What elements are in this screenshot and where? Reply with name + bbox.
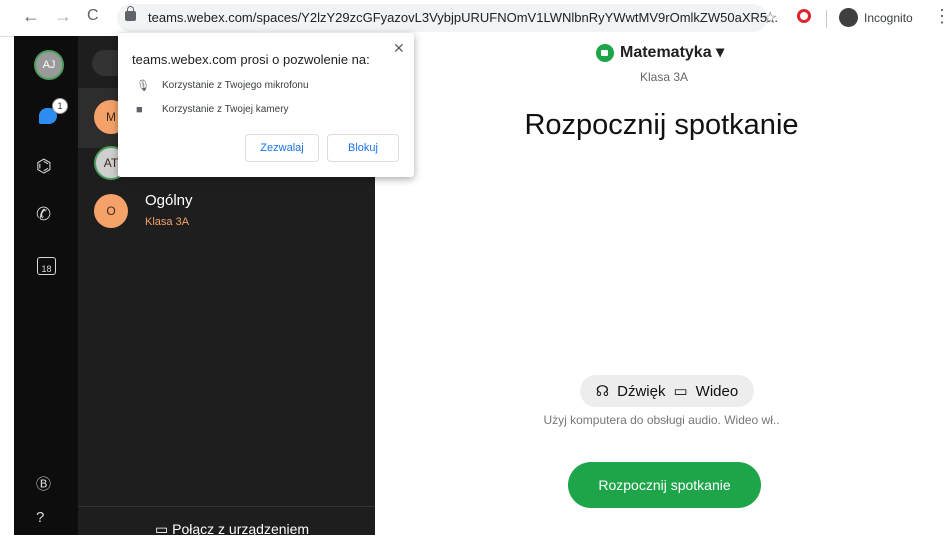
- space-name: Matematyka: [620, 44, 712, 61]
- permission-camera: Korzystanie z Twojej kamery: [162, 104, 289, 115]
- audio-video-selector[interactable]: ☊ Dźwięk ▭ Wideo: [580, 375, 754, 407]
- opera-extension-icon[interactable]: [797, 9, 811, 23]
- start-meeting-button[interactable]: Rozpocznij spotkanie: [568, 462, 761, 508]
- calendar-icon[interactable]: 18: [37, 257, 56, 275]
- space-main: Matematyka ▾ Klasa 3A Rozpocznij spotkan…: [375, 36, 948, 535]
- microphone-icon: 🎙: [136, 80, 150, 92]
- video-camera-icon: ▭: [673, 383, 688, 400]
- beta-icon[interactable]: Ⓑ: [36, 473, 51, 494]
- block-button[interactable]: Blokuj: [327, 134, 399, 162]
- permission-microphone: Korzystanie z Twojego mikrofonu: [162, 80, 309, 91]
- lock-icon[interactable]: [125, 6, 136, 21]
- incognito-label: Incognito: [864, 11, 913, 25]
- space-name-dropdown[interactable]: Matematyka ▾: [620, 42, 724, 62]
- video-button[interactable]: Wideo: [696, 383, 739, 400]
- url-text[interactable]: teams.webex.com/spaces/Y2lzY29zcGFyazovL…: [148, 10, 778, 25]
- camera-icon: ■: [136, 104, 143, 116]
- popup-title: teams.webex.com prosi o pozwolenie na:: [132, 52, 370, 67]
- incognito-icon[interactable]: [839, 8, 858, 27]
- audio-hint: Użyj komputera do obsługi audio. Wideo w…: [543, 413, 780, 427]
- back-arrow-icon[interactable]: ←: [22, 6, 40, 27]
- reload-icon[interactable]: C: [87, 7, 99, 25]
- space-title[interactable]: Ogólny: [145, 192, 193, 209]
- meeting-space-icon: [596, 44, 614, 62]
- notification-badge: 1: [52, 98, 68, 114]
- headset-icon: ☊: [595, 383, 610, 400]
- page-title: Rozpocznij spotkanie: [524, 109, 799, 141]
- audio-button[interactable]: Dźwięk: [617, 383, 665, 400]
- bookmark-star-icon[interactable]: ☆: [763, 8, 777, 28]
- forward-arrow-icon[interactable]: →: [54, 6, 72, 27]
- chevron-down-icon: ▾: [716, 44, 725, 61]
- user-avatar[interactable]: AJ: [34, 50, 64, 80]
- permission-popup: teams.webex.com prosi o pozwolenie na: ✕…: [118, 33, 414, 177]
- teams-icon[interactable]: ⌬: [36, 156, 52, 177]
- calls-icon[interactable]: ✆: [36, 204, 51, 225]
- toolbar-divider: [826, 10, 827, 28]
- help-icon[interactable]: ?: [36, 509, 44, 526]
- app-rail: AJ 1 ⌬ ✆ 18 Ⓑ ?: [14, 36, 78, 535]
- close-icon[interactable]: ✕: [393, 40, 405, 57]
- space-subtitle: Klasa 3A: [640, 70, 689, 84]
- connect-device-button[interactable]: ▭ Połącz z urządzeniem: [155, 521, 309, 538]
- browser-toolbar: ← → C teams.webex.com/spaces/Y2lzY29zcGF…: [0, 0, 948, 37]
- allow-button[interactable]: Zezwalaj: [245, 134, 319, 162]
- menu-kebab-icon[interactable]: ⋮: [933, 6, 948, 27]
- space-avatar[interactable]: O: [94, 194, 128, 228]
- space-subtitle: Klasa 3A: [145, 216, 190, 228]
